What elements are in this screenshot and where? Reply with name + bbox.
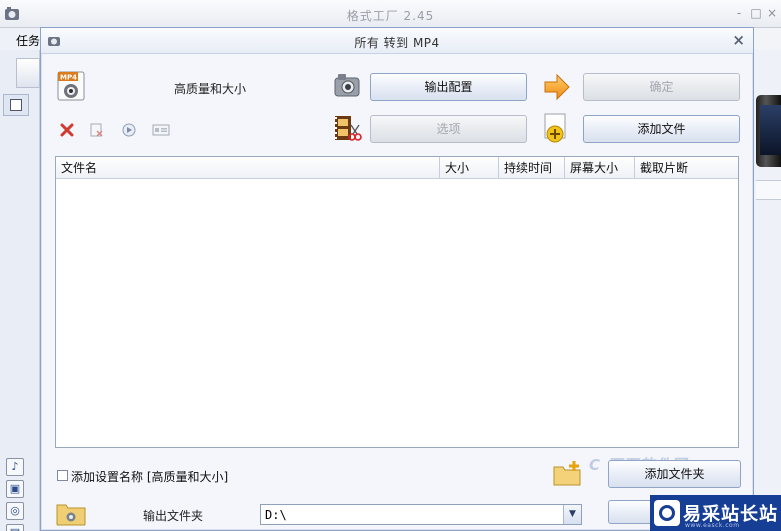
site-logo: 易采站长站 www.easck.com xyxy=(650,495,781,531)
main-close-button[interactable]: × xyxy=(766,6,778,20)
film-scissors-icon xyxy=(335,116,362,141)
ok-button[interactable]: 确定 xyxy=(583,73,740,101)
add-folder-icon xyxy=(553,461,581,486)
arrow-right-icon xyxy=(544,73,570,101)
add-file-button[interactable]: 添加文件 xyxy=(583,115,740,143)
category-tools-icon[interactable]: ▤ xyxy=(6,524,24,531)
column-screen-size[interactable]: 屏幕大小 xyxy=(565,157,635,179)
add-setting-name-label: 添加设置名称 [高质量和大小] xyxy=(71,470,229,484)
options-button[interactable]: 选项 xyxy=(370,115,527,143)
file-list-table[interactable]: 文件名 大小 持续时间 屏幕大小 截取片断 xyxy=(55,156,739,448)
output-config-button[interactable]: 输出配置 xyxy=(370,73,527,101)
output-folder-label: 输出文件夹 xyxy=(143,509,204,523)
menu-task[interactable]: 任务 xyxy=(16,32,40,49)
logo-subtext: www.easck.com xyxy=(685,522,740,529)
category-video-selected[interactable] xyxy=(3,94,29,116)
column-duration[interactable]: 持续时间 xyxy=(499,157,565,179)
column-size[interactable]: 大小 xyxy=(440,157,499,179)
dialog-title: 所有 转到 MP4 xyxy=(354,36,440,50)
output-folder-icon xyxy=(56,504,86,526)
dialog-titlebar: 所有 转到 MP4 × xyxy=(41,28,753,54)
output-path-select[interactable]: D:\ ▼ xyxy=(260,504,582,525)
logo-mark-icon xyxy=(654,500,680,526)
menu-bar: 任务 xyxy=(0,28,40,50)
column-filename[interactable]: 文件名 xyxy=(56,157,440,179)
table-header: 文件名 大小 持续时间 屏幕大小 截取片断 xyxy=(56,157,738,179)
mp4-file-icon: MP4 xyxy=(57,71,85,101)
quality-label: 高质量和大小 xyxy=(174,82,247,96)
dialog-close-icon[interactable]: × xyxy=(732,31,745,49)
background-row xyxy=(756,180,781,200)
camera-settings-icon xyxy=(334,74,360,97)
main-window-title: 格式工厂 2.45 xyxy=(346,9,435,23)
category-audio-icon[interactable]: ♪ xyxy=(6,458,24,476)
chevron-down-icon[interactable]: ▼ xyxy=(563,505,581,524)
output-path-value: D:\ xyxy=(265,508,287,522)
category-disc-icon[interactable]: ◎ xyxy=(6,502,24,520)
left-category-panel: ♪ ▣ ◎ ▤ xyxy=(0,50,40,531)
convert-dialog: 所有 转到 MP4 × MP4 高质量和大小 输出配置 确定 选项 添加文件 文… xyxy=(40,27,754,531)
play-icon[interactable] xyxy=(121,122,137,138)
main-window-titlebar: 格式工厂 2.45 - □ × xyxy=(0,0,781,28)
clear-icon[interactable] xyxy=(88,122,104,138)
add-setting-name-checkbox[interactable] xyxy=(57,470,68,481)
column-clip[interactable]: 截取片断 xyxy=(635,157,738,179)
maximize-button[interactable]: □ xyxy=(750,6,762,20)
add-folder-button[interactable]: 添加文件夹 xyxy=(608,460,741,488)
minimize-button[interactable]: - xyxy=(733,6,745,20)
category-image-icon[interactable]: ▣ xyxy=(6,480,24,498)
phone-device-icon xyxy=(756,95,781,167)
add-file-icon xyxy=(544,113,566,143)
svg-text:MP4: MP4 xyxy=(60,74,77,82)
toolbar-task-button[interactable] xyxy=(16,58,40,88)
delete-icon[interactable] xyxy=(59,122,75,138)
info-icon[interactable] xyxy=(152,122,170,138)
